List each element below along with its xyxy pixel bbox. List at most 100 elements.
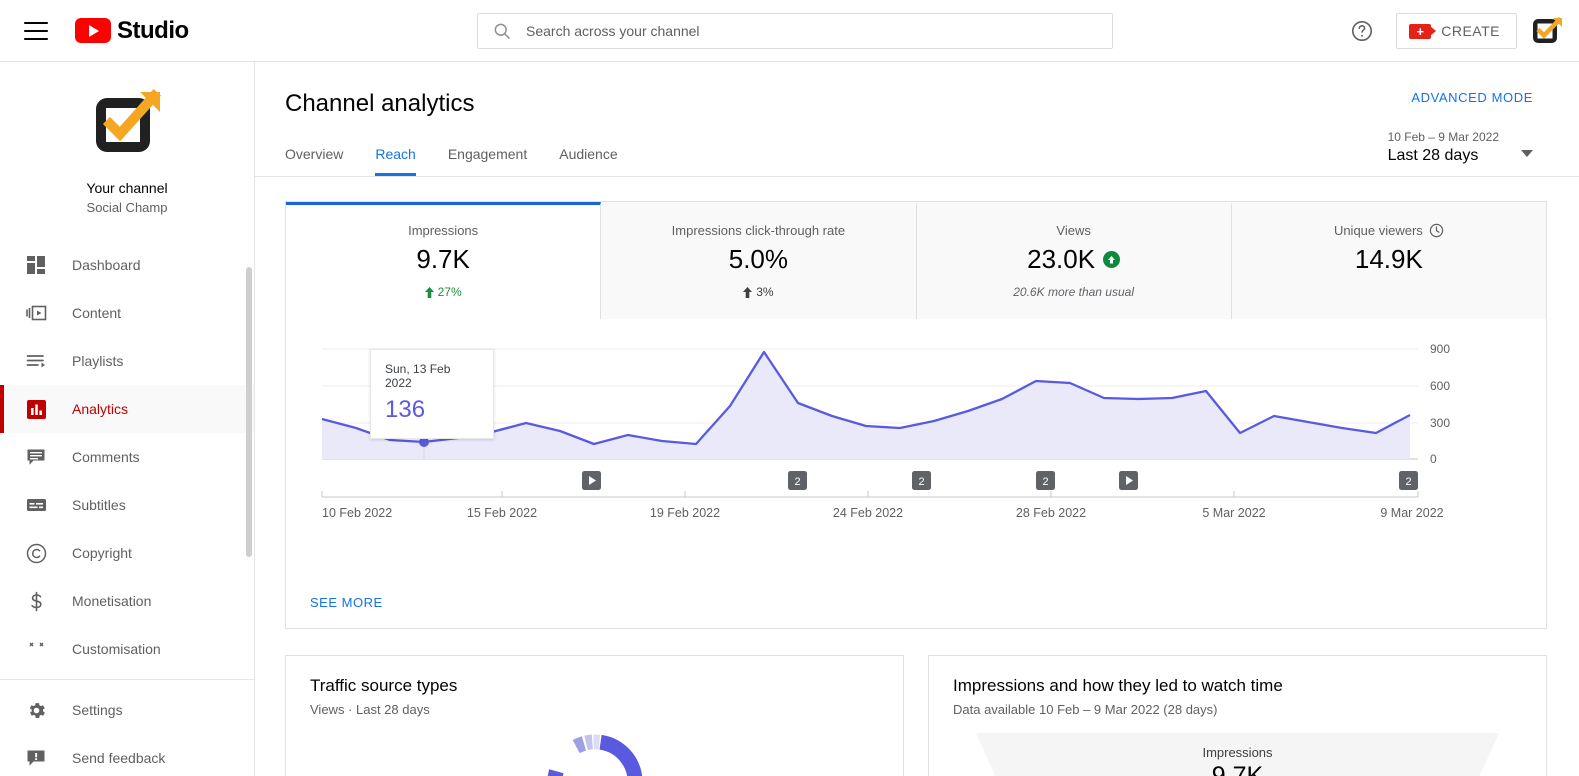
sidebar-item-label: Analytics	[72, 401, 128, 417]
x-tick-label: 5 Mar 2022	[1202, 506, 1265, 520]
reach-panel: Impressions 9.7K 27% Impressions click-t…	[285, 201, 1547, 629]
studio-brand-logo[interactable]: Studio	[75, 17, 189, 45]
dashboard-icon	[24, 253, 48, 277]
comments-icon	[24, 445, 48, 469]
content-icon	[24, 301, 48, 325]
feedback-icon	[24, 746, 48, 770]
arrow-up-icon	[743, 287, 752, 298]
metric-value: 9.7K	[416, 244, 470, 275]
sidebar-item-subtitles[interactable]: Subtitles	[0, 481, 254, 529]
impressions-watch-time-card: Impressions and how they led to watch ti…	[928, 655, 1547, 776]
sidebar-item-customisation[interactable]: Customisation	[0, 625, 254, 673]
card-subtitle: Data available 10 Feb – 9 Mar 2022 (28 d…	[953, 702, 1522, 717]
metric-delta-value: 3%	[756, 285, 773, 299]
tab-engagement[interactable]: Engagement	[432, 146, 543, 176]
metric-label: Unique viewers	[1334, 223, 1423, 238]
date-range-value: Last 28 days	[1388, 147, 1499, 165]
metric-delta: 3%	[611, 285, 905, 299]
customisation-icon	[24, 637, 48, 661]
traffic-donut-chart[interactable]	[310, 727, 879, 776]
metric-cards: Impressions 9.7K 27% Impressions click-t…	[286, 202, 1546, 319]
svg-text:2: 2	[794, 476, 800, 488]
sidebar-divider	[0, 679, 254, 680]
metric-label: Impressions	[408, 223, 478, 238]
playlists-icon	[24, 349, 48, 373]
advanced-mode-link[interactable]: ADVANCED MODE	[1411, 90, 1533, 105]
search-input[interactable]	[526, 23, 1112, 39]
card-subtitle: Views · Last 28 days	[310, 702, 879, 717]
metric-card-views[interactable]: Views 23.0K 20.6K more than usual	[917, 202, 1232, 319]
y-tick-900: 900	[1430, 342, 1450, 356]
sidebar-item-settings[interactable]: Settings	[0, 686, 254, 734]
metric-value: 23.0K	[1027, 244, 1095, 275]
sidebar-item-label: Comments	[72, 449, 140, 465]
sidebar-item-dashboard[interactable]: Dashboard	[0, 241, 254, 289]
channel-name: Social Champ	[0, 200, 254, 215]
sidebar-item-playlists[interactable]: Playlists	[0, 337, 254, 385]
arrow-up-circle-icon	[1103, 251, 1120, 268]
see-more-link[interactable]: SEE MORE	[286, 581, 383, 628]
page-title: Channel analytics	[285, 90, 1547, 118]
sidebar-item-comments[interactable]: Comments	[0, 433, 254, 481]
sidebar-item-label: Subtitles	[72, 497, 126, 513]
analytics-icon	[24, 397, 48, 421]
hamburger-menu-icon[interactable]	[24, 22, 48, 40]
sidebar-item-label: Dashboard	[72, 257, 141, 273]
impressions-funnel-chart[interactable]: Impressions 9.7K	[976, 733, 1499, 776]
x-tick-label: 24 Feb 2022	[833, 506, 903, 520]
date-range-sub: 10 Feb – 9 Mar 2022	[1388, 130, 1499, 144]
create-button-label: CREATE	[1441, 23, 1500, 39]
metric-label: Views	[1056, 223, 1090, 238]
sidebar-item-label: Monetisation	[72, 593, 151, 609]
main-content: Channel analytics ADVANCED MODE 10 Feb –…	[255, 62, 1579, 776]
search-icon	[492, 21, 512, 41]
channel-avatar-icon[interactable]	[88, 84, 166, 162]
channel-block: Your channel Social Champ	[0, 62, 254, 215]
tab-reach[interactable]: Reach	[359, 146, 431, 176]
search-bar[interactable]	[477, 13, 1113, 49]
chevron-down-icon[interactable]	[1521, 150, 1533, 157]
x-tick-label: 19 Feb 2022	[650, 506, 720, 520]
funnel-stage-value: 9.7K	[976, 762, 1499, 776]
sidebar-item-label: Settings	[72, 702, 123, 718]
sidebar-item-analytics[interactable]: Analytics	[0, 385, 254, 433]
sidebar-item-copyright[interactable]: Copyright	[0, 529, 254, 577]
copyright-icon	[24, 541, 48, 565]
svg-text:2: 2	[918, 476, 924, 488]
metric-delta-value: 27%	[438, 285, 462, 299]
gear-icon	[24, 698, 48, 722]
page-header: Channel analytics ADVANCED MODE 10 Feb –…	[255, 62, 1579, 176]
create-button[interactable]: + CREATE	[1396, 13, 1517, 49]
video-marker-group: 2 2 2 2	[582, 471, 1418, 490]
x-tick-label: 15 Feb 2022	[467, 506, 537, 520]
metric-delta: 27%	[296, 285, 590, 299]
card-title: Impressions and how they led to watch ti…	[953, 676, 1522, 696]
svg-text:2: 2	[1042, 476, 1048, 488]
user-avatar-icon[interactable]	[1531, 15, 1563, 47]
sidebar-scrollbar[interactable]	[246, 267, 252, 557]
impressions-line-chart[interactable]: 900 600 300 0 2 2 2	[286, 341, 1546, 581]
metric-value: 14.9K	[1355, 244, 1423, 275]
x-tick-label: 28 Feb 2022	[1016, 506, 1086, 520]
metric-label: Impressions click-through rate	[672, 223, 845, 238]
tab-audience[interactable]: Audience	[543, 146, 633, 176]
metric-card-ctr[interactable]: Impressions click-through rate 5.0% 3%	[601, 202, 916, 319]
sidebar-item-label: Copyright	[72, 545, 132, 561]
sidebar-nav: Dashboard Content Play	[0, 241, 254, 776]
dollar-icon	[24, 589, 48, 613]
tab-overview[interactable]: Overview	[269, 146, 359, 176]
sidebar-item-send-feedback[interactable]: Send feedback	[0, 734, 254, 776]
x-tick-label: 10 Feb 2022	[322, 506, 392, 520]
chart-tooltip: Sun, 13 Feb 2022 136	[370, 349, 494, 439]
help-circle-icon[interactable]	[1342, 11, 1382, 51]
date-range-selector[interactable]: 10 Feb – 9 Mar 2022 Last 28 days	[1388, 130, 1533, 165]
sidebar-item-monetisation[interactable]: Monetisation	[0, 577, 254, 625]
clock-icon	[1429, 223, 1444, 238]
analytics-tabs: Overview Reach Engagement Audience	[285, 146, 1547, 176]
sidebar-item-label: Playlists	[72, 353, 123, 369]
sidebar-item-label: Send feedback	[72, 750, 165, 766]
metric-card-unique-viewers[interactable]: Unique viewers 14.9K	[1232, 202, 1546, 319]
youtube-studio-analytics-page: Studio + CREATE	[0, 0, 1579, 776]
metric-card-impressions[interactable]: Impressions 9.7K 27%	[286, 202, 601, 319]
sidebar-item-content[interactable]: Content	[0, 289, 254, 337]
